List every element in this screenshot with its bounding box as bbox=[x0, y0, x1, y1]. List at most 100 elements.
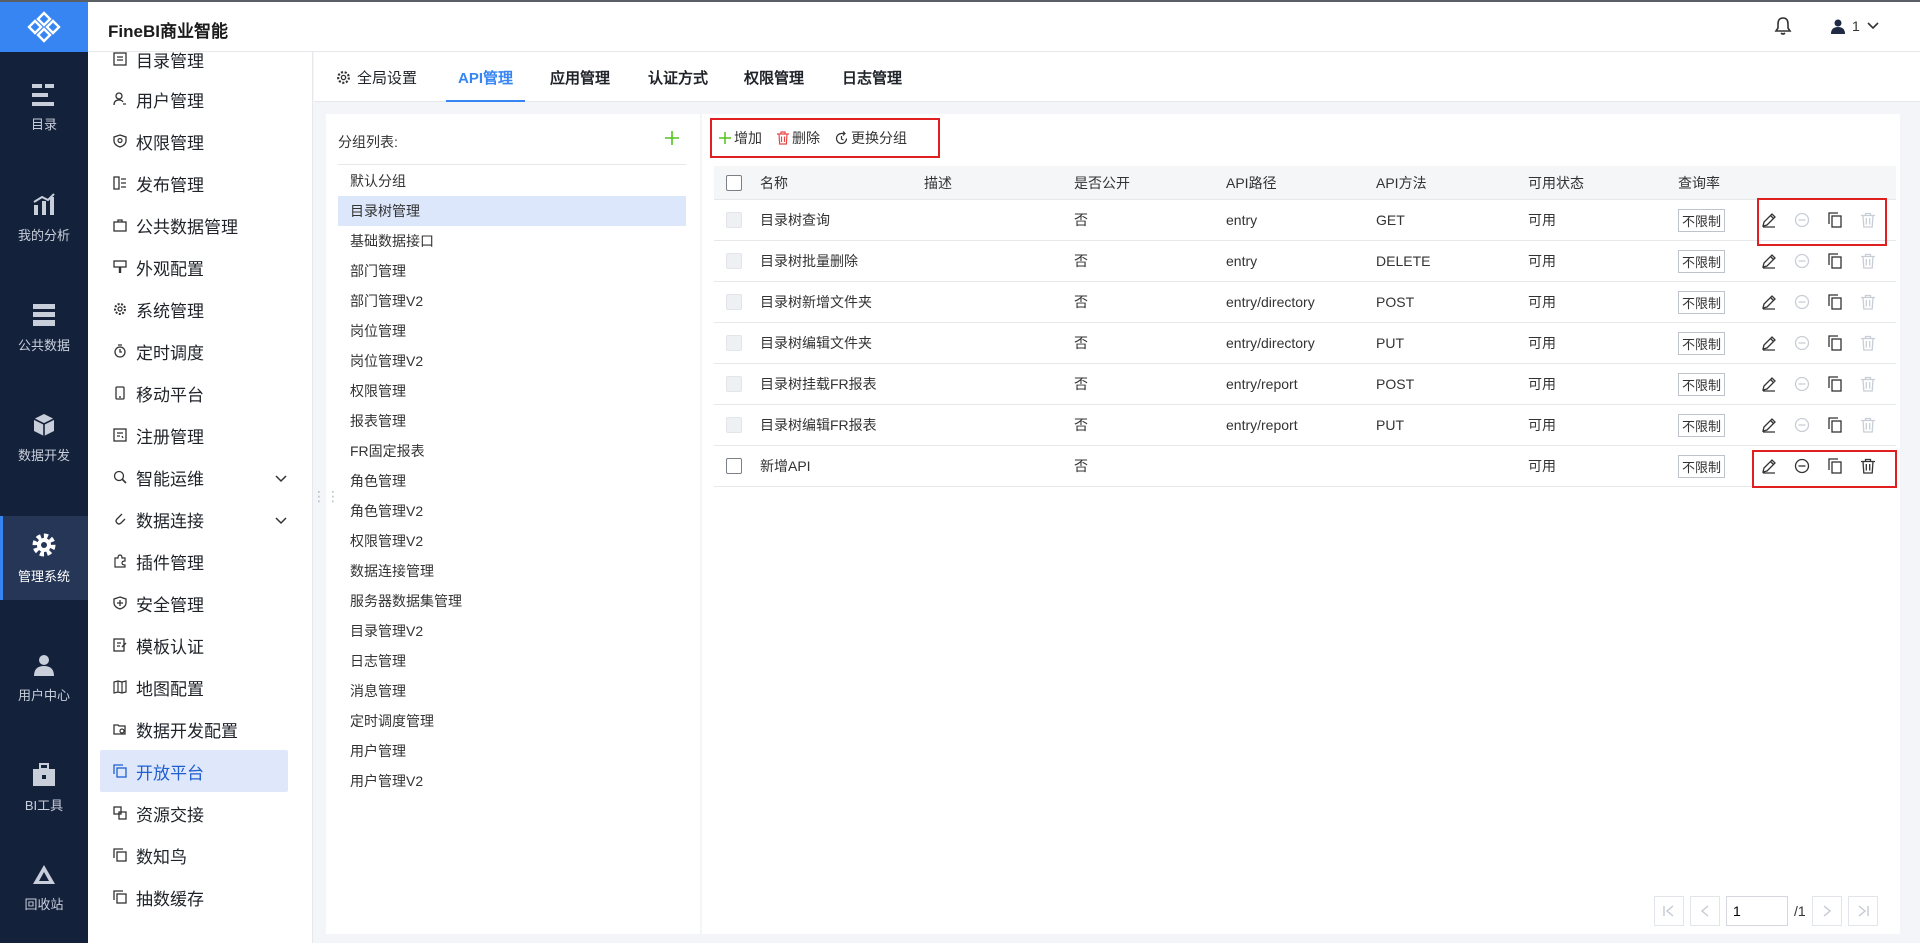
menu-item-data-dev-config[interactable]: 数据开发配置 bbox=[100, 708, 288, 750]
edit-icon[interactable] bbox=[1760, 417, 1777, 434]
group-list-item[interactable]: 部门管理 bbox=[338, 256, 686, 286]
table-row[interactable]: 目录树新增文件夹 否 entry/directory POST 可用 不限制 bbox=[714, 282, 1896, 323]
group-list-item[interactable]: 日志管理 bbox=[338, 646, 686, 676]
nav-item-catalog[interactable]: 目录 bbox=[0, 66, 88, 150]
nav-item-admin-system[interactable]: 管理系统 bbox=[0, 516, 88, 600]
edit-icon[interactable] bbox=[1760, 376, 1777, 393]
menu-item-data-connection[interactable]: 数据连接 bbox=[100, 498, 288, 540]
nav-item-user-center[interactable]: 用户中心 bbox=[0, 636, 88, 720]
table-row[interactable]: 目录树查询 否 entry GET 可用 不限制 bbox=[714, 200, 1896, 241]
table-row[interactable]: 新增API 否 可用 不限制 bbox=[714, 446, 1896, 487]
menu-item-extract-cache[interactable]: 抽数缓存 bbox=[100, 876, 288, 918]
tab-global-settings[interactable]: 全局设置 bbox=[336, 52, 417, 102]
last-page-button[interactable] bbox=[1847, 896, 1878, 926]
row-checkbox[interactable] bbox=[726, 282, 742, 322]
add-api-button[interactable]: 增加 bbox=[718, 128, 762, 148]
menu-item-shuzhiniao[interactable]: 数知鸟 bbox=[100, 834, 288, 876]
edit-icon[interactable] bbox=[1760, 294, 1777, 311]
next-page-button[interactable] bbox=[1811, 896, 1842, 926]
nav-item-public-data[interactable]: 公共数据 bbox=[0, 286, 88, 370]
tab-api-management[interactable]: API管理 bbox=[445, 52, 526, 102]
row-checkbox[interactable] bbox=[726, 323, 742, 363]
menu-item-resource-handover[interactable]: 资源交接 bbox=[100, 792, 288, 834]
group-list-item[interactable]: 用户管理 bbox=[338, 736, 686, 766]
delete-icon[interactable] bbox=[1859, 335, 1876, 352]
logo[interactable] bbox=[0, 2, 88, 52]
group-list-item[interactable]: 基础数据接口 bbox=[338, 226, 686, 256]
copy-icon[interactable] bbox=[1826, 335, 1843, 352]
copy-icon[interactable] bbox=[1826, 417, 1843, 434]
group-list-item[interactable]: 用户管理V2 bbox=[338, 766, 686, 796]
group-list-item[interactable]: 服务器数据集管理 bbox=[338, 586, 686, 616]
delete-icon[interactable] bbox=[1859, 294, 1876, 311]
group-list-item[interactable]: 权限管理 bbox=[338, 376, 686, 406]
menu-item-publish[interactable]: 发布管理 bbox=[100, 162, 288, 204]
menu-item-security[interactable]: 安全管理 bbox=[100, 582, 288, 624]
group-list-item[interactable]: 目录树管理 bbox=[338, 196, 686, 226]
menu-item-appearance[interactable]: 外观配置 bbox=[100, 246, 288, 288]
copy-icon[interactable] bbox=[1826, 294, 1843, 311]
disable-icon[interactable] bbox=[1793, 335, 1810, 352]
table-row[interactable]: 目录树编辑文件夹 否 entry/directory PUT 可用 不限制 bbox=[714, 323, 1896, 364]
row-checkbox[interactable] bbox=[726, 446, 742, 486]
change-group-button[interactable]: 更换分组 bbox=[834, 128, 907, 148]
row-checkbox[interactable] bbox=[726, 241, 742, 281]
group-list-item[interactable]: 权限管理V2 bbox=[338, 526, 686, 556]
menu-item-plugins[interactable]: 插件管理 bbox=[100, 540, 288, 582]
disable-icon[interactable] bbox=[1793, 294, 1810, 311]
prev-page-button[interactable] bbox=[1690, 896, 1720, 926]
menu-item-catalog[interactable]: 目录管理 bbox=[100, 52, 288, 80]
notification-bell-icon[interactable] bbox=[1774, 16, 1792, 39]
group-list-item[interactable]: 角色管理V2 bbox=[338, 496, 686, 526]
chevron-down-icon[interactable] bbox=[274, 511, 288, 531]
nav-item-analysis[interactable]: 我的分析 bbox=[0, 176, 88, 260]
group-list-item[interactable]: 角色管理 bbox=[338, 466, 686, 496]
menu-item-mobile[interactable]: 移动平台 bbox=[100, 372, 288, 414]
nav-item-bi-tools[interactable]: BI工具 bbox=[0, 746, 88, 830]
page-number-input[interactable] bbox=[1726, 896, 1788, 926]
nav-item-recycle-bin[interactable]: 回收站 bbox=[0, 846, 88, 930]
menu-item-users[interactable]: 用户管理 bbox=[100, 78, 288, 120]
delete-api-button[interactable]: 删除 bbox=[776, 128, 820, 148]
group-list-item[interactable]: 岗位管理V2 bbox=[338, 346, 686, 376]
group-list-item[interactable]: 消息管理 bbox=[338, 676, 686, 706]
nav-item-data-dev[interactable]: 数据开发 bbox=[0, 396, 88, 480]
group-list-item[interactable]: 目录管理V2 bbox=[338, 616, 686, 646]
copy-icon[interactable] bbox=[1826, 253, 1843, 270]
table-row[interactable]: 目录树批量删除 否 entry DELETE 可用 不限制 bbox=[714, 241, 1896, 282]
edit-icon[interactable] bbox=[1760, 335, 1777, 352]
menu-item-open-platform[interactable]: 开放平台 bbox=[100, 750, 288, 792]
group-list-item[interactable]: 部门管理V2 bbox=[338, 286, 686, 316]
menu-item-map-config[interactable]: 地图配置 bbox=[100, 666, 288, 708]
add-group-button[interactable] bbox=[664, 126, 680, 152]
panel-resize-handle[interactable]: ⋮⋮ bbox=[312, 488, 340, 505]
group-list-item[interactable]: 定时调度管理 bbox=[338, 706, 686, 736]
delete-icon[interactable] bbox=[1859, 253, 1876, 270]
edit-icon[interactable] bbox=[1760, 253, 1777, 270]
table-row[interactable]: 目录树编辑FR报表 否 entry/report PUT 可用 不限制 bbox=[714, 405, 1896, 446]
tab-auth-method[interactable]: 认证方式 bbox=[648, 52, 708, 102]
select-all-checkbox[interactable] bbox=[726, 166, 742, 199]
disable-icon[interactable] bbox=[1793, 253, 1810, 270]
disable-icon[interactable] bbox=[1793, 417, 1810, 434]
delete-icon[interactable] bbox=[1859, 376, 1876, 393]
menu-item-register[interactable]: 注册管理 bbox=[100, 414, 288, 456]
disable-icon[interactable] bbox=[1793, 376, 1810, 393]
group-list-item[interactable]: 报表管理 bbox=[338, 406, 686, 436]
user-menu[interactable]: 1 bbox=[1830, 18, 1880, 34]
menu-item-system[interactable]: 系统管理 bbox=[100, 288, 288, 330]
menu-item-permissions[interactable]: 权限管理 bbox=[100, 120, 288, 162]
table-row[interactable]: 目录树挂载FR报表 否 entry/report POST 可用 不限制 bbox=[714, 364, 1896, 405]
menu-item-template-auth[interactable]: 模板认证 bbox=[100, 624, 288, 666]
delete-icon[interactable] bbox=[1859, 417, 1876, 434]
menu-item-public-data[interactable]: 公共数据管理 bbox=[100, 204, 288, 246]
row-checkbox[interactable] bbox=[726, 405, 742, 445]
menu-item-smart-ops[interactable]: 智能运维 bbox=[100, 456, 288, 498]
group-list-item[interactable]: 数据连接管理 bbox=[338, 556, 686, 586]
chevron-down-icon[interactable] bbox=[274, 469, 288, 489]
menu-item-schedule[interactable]: 定时调度 bbox=[100, 330, 288, 372]
group-list-item[interactable]: 岗位管理 bbox=[338, 316, 686, 346]
group-list-item[interactable]: 默认分组 bbox=[338, 166, 686, 196]
first-page-button[interactable] bbox=[1654, 896, 1684, 926]
tab-permissions[interactable]: 权限管理 bbox=[744, 52, 804, 102]
